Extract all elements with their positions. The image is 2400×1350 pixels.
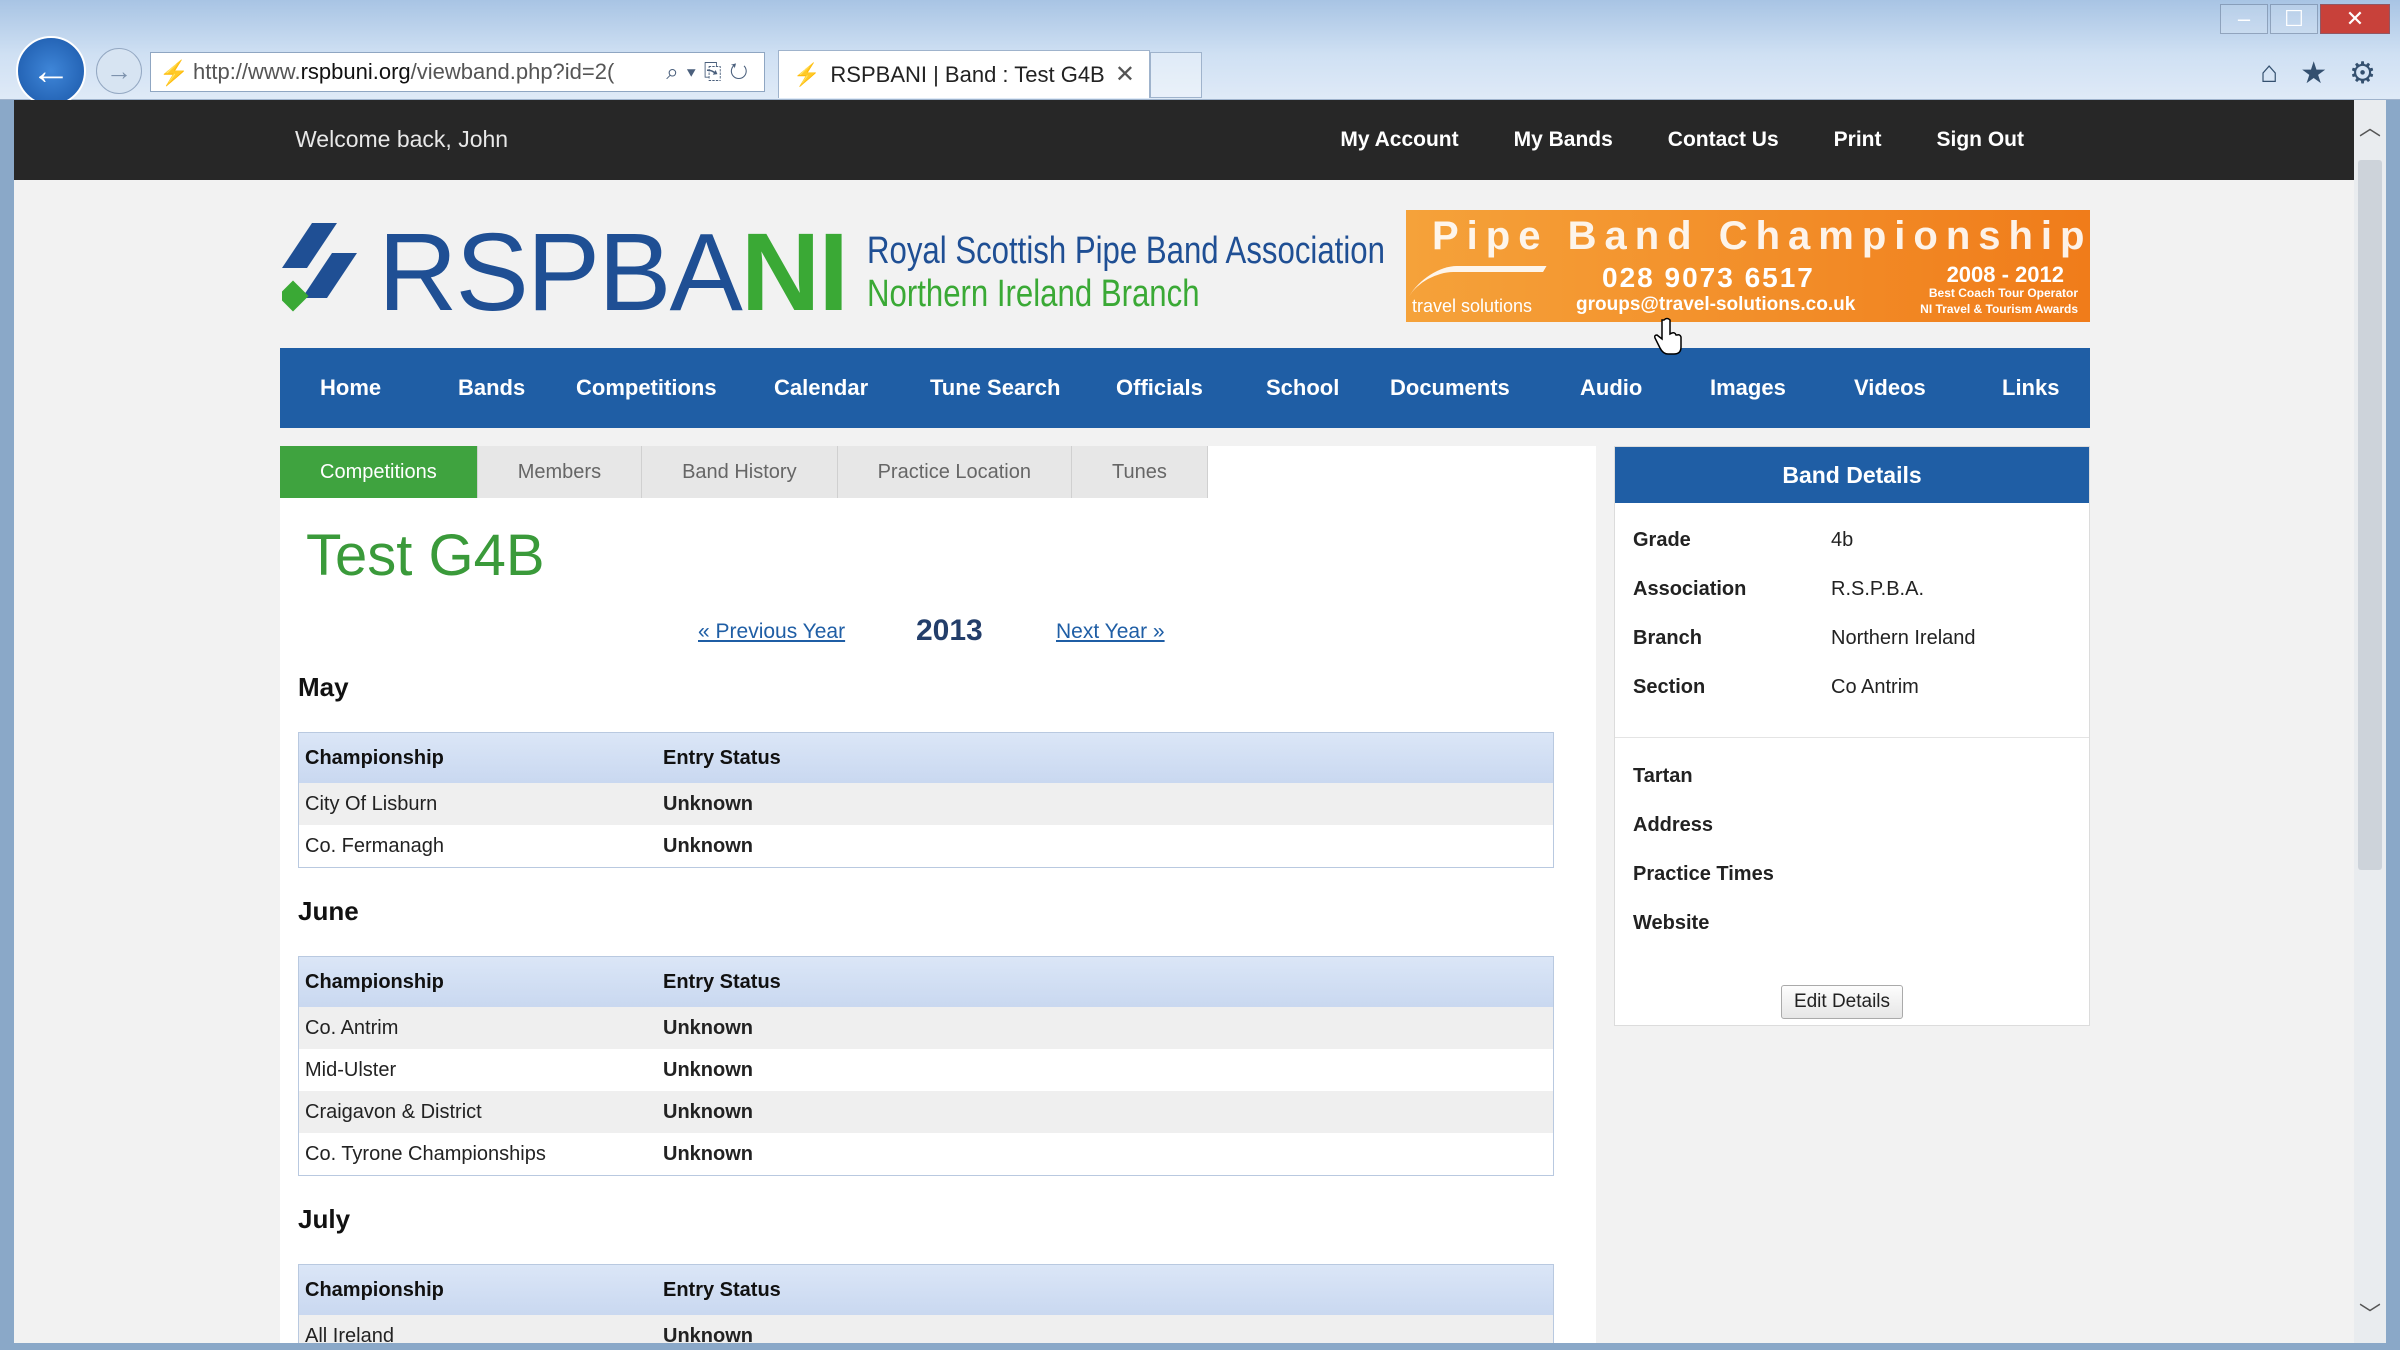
site-logo[interactable]: RSPBANI Royal Scottish Pipe Band Associa… [282, 218, 1499, 328]
maximize-icon[interactable]: ☐ [2270, 4, 2318, 34]
tab-practice-location[interactable]: Practice Location [837, 446, 1072, 498]
nav-audio[interactable]: Audio [1580, 375, 1642, 401]
detail-label-website: Website [1633, 912, 1710, 934]
detail-label-grade: Grade [1633, 529, 1691, 551]
previous-year-link[interactable]: « Previous Year [698, 620, 845, 644]
swoosh-icon [1409, 266, 1547, 296]
vertical-scrollbar[interactable]: ︿ ﹀ [2354, 100, 2386, 1343]
browser-chrome: – ☐ ✕ ← → ⚡ http://www.rspbuni.org/viewb… [0, 0, 2400, 106]
table-header: Championship Entry Status [299, 957, 1553, 1007]
contact-us-link[interactable]: Contact Us [1668, 128, 1779, 152]
table-body: City Of Lisburn Unknown Co. Fermanagh Unkn… [299, 783, 1553, 867]
window-controls: – ☐ ✕ [2220, 4, 2390, 34]
next-year-link[interactable]: Next Year » [1056, 620, 1165, 644]
tab-tunes[interactable]: Tunes [1072, 446, 1208, 498]
nav-documents[interactable]: Documents [1390, 375, 1510, 401]
detail-label-section: Section [1633, 676, 1706, 698]
table-row[interactable]: Co. Antrim Unknown [299, 1007, 1553, 1049]
sub-tabs: Competitions Members Band History Practi… [280, 446, 1208, 498]
nav-home[interactable]: Home [320, 375, 381, 401]
table-row[interactable]: Co. Tyrone Championships Unknown [299, 1133, 1553, 1175]
print-link[interactable]: Print [1834, 128, 1882, 152]
table-row[interactable]: Craigavon & District Unknown [299, 1091, 1553, 1133]
top-bar: Welcome back, John My Account My Bands C… [14, 100, 2354, 180]
main-nav: Home Bands Competitions Calendar Tune Se… [280, 348, 2090, 428]
sign-out-link[interactable]: Sign Out [1937, 128, 2025, 152]
home-icon[interactable]: ⌂ [2260, 56, 2278, 91]
tab-title: RSPBANI | Band : Test G4B [830, 61, 1105, 87]
nav-competitions[interactable]: Competitions [576, 375, 717, 401]
nav-links[interactable]: Links [2002, 375, 2059, 401]
divider [1615, 737, 2089, 738]
logo-mark-icon [282, 223, 357, 312]
back-arrow-icon[interactable]: ← [16, 36, 86, 106]
table-row[interactable]: City Of Lisburn Unknown [299, 783, 1553, 825]
site-favicon-icon: ⚡ [159, 60, 189, 87]
scroll-up-icon[interactable]: ︿ [2354, 110, 2386, 150]
edit-details-button[interactable]: Edit Details [1781, 985, 1903, 1019]
band-details-title: Band Details [1615, 447, 2089, 503]
minimize-icon[interactable]: – [2220, 4, 2268, 34]
tab-close-icon[interactable]: ✕ [1115, 60, 1135, 89]
tab-competitions[interactable]: Competitions [280, 446, 478, 498]
band-details-panel: Band Details Grade 4b Association R.S.P.… [1614, 446, 2090, 1026]
forward-arrow-icon[interactable]: → [96, 48, 142, 94]
table-header: Championship Entry Status [299, 733, 1553, 783]
browser-right-icons: ⌂ ★ ⚙ [2260, 56, 2376, 91]
month-heading-july: July [298, 1204, 351, 1234]
my-bands-link[interactable]: My Bands [1514, 128, 1613, 152]
table-header: Championship Entry Status [299, 1265, 1553, 1315]
competitions-table-june: Championship Entry Status Co. Antrim Unkn… [298, 956, 1554, 1176]
close-window-icon[interactable]: ✕ [2320, 4, 2390, 34]
nav-officials[interactable]: Officials [1116, 375, 1203, 401]
my-account-link[interactable]: My Account [1340, 128, 1458, 152]
scrollbar-thumb[interactable] [2358, 160, 2382, 870]
nav-videos[interactable]: Videos [1854, 375, 1926, 401]
competitions-table-may: Championship Entry Status City Of Lisbur… [298, 732, 1554, 868]
tab-favicon-icon: ⚡ [793, 61, 821, 87]
table-row[interactable]: Co. Fermanagh Unknown [299, 825, 1553, 867]
detail-value-association: R.S.P.B.A. [1831, 578, 1925, 600]
month-heading-may: May [298, 672, 349, 702]
detail-value-branch: Northern Ireland [1831, 627, 1976, 649]
nav-tune-search[interactable]: Tune Search [930, 375, 1060, 401]
logo-subtitle: Royal Scottish Pipe Band Association Nor… [866, 230, 1385, 315]
detail-label-tartan: Tartan [1633, 765, 1693, 787]
page-viewport: Welcome back, John My Account My Bands C… [14, 100, 2354, 1343]
url-text: http://www.rspbuni.org/viewband.php?id=2… [193, 59, 615, 84]
page-title: Test G4B [306, 523, 545, 588]
detail-value-grade: 4b [1831, 529, 1854, 551]
address-bar[interactable]: ⚡ http://www.rspbuni.org/viewband.php?id… [150, 52, 765, 92]
scroll-down-icon[interactable]: ﹀ [2354, 1297, 2386, 1337]
logo-wordmark: RSPBANI [378, 211, 849, 334]
favorites-star-icon[interactable]: ★ [2300, 56, 2327, 91]
current-year: 2013 [916, 614, 983, 647]
table-body: All Ireland Unknown [299, 1315, 1553, 1343]
detail-label-branch: Branch [1633, 627, 1702, 649]
competitions-table-july: Championship Entry Status All Ireland Unk… [298, 1264, 1554, 1343]
new-tab-button[interactable] [1150, 52, 1202, 98]
address-tools-icons[interactable]: ⌕▾⎘↻ [666, 59, 756, 85]
tab-band-history[interactable]: Band History [642, 446, 838, 498]
tab-members[interactable]: Members [477, 446, 643, 498]
welcome-text: Welcome back, John [295, 126, 509, 152]
nav-bands[interactable]: Bands [458, 375, 525, 401]
detail-label-address: Address [1633, 814, 1714, 836]
table-row[interactable]: Mid-Ulster Unknown [299, 1049, 1553, 1091]
nav-images[interactable]: Images [1710, 375, 1786, 401]
advert-banner[interactable]: Pipe Band Championships! 028 9073 6517 g… [1406, 210, 2090, 322]
table-body: Co. Antrim Unknown Mid-Ulster Unknown Crai… [299, 1007, 1553, 1175]
settings-gear-icon[interactable]: ⚙ [2349, 56, 2376, 91]
month-heading-june: June [298, 896, 359, 926]
detail-value-section: Co Antrim [1831, 676, 1919, 698]
hand-cursor-icon [1654, 317, 1682, 355]
detail-label-association: Association [1633, 578, 1747, 600]
nav-calendar[interactable]: Calendar [774, 375, 868, 401]
table-row[interactable]: All Ireland Unknown [299, 1315, 1553, 1343]
detail-label-practice-times: Practice Times [1633, 863, 1774, 885]
top-links: My Account My Bands Contact Us Print Sig… [1340, 128, 2024, 152]
nav-school[interactable]: School [1266, 375, 1339, 401]
browser-tab-active[interactable]: ⚡ RSPBANI | Band : Test G4B ✕ [778, 50, 1150, 98]
main-content: Competitions Members Band History Practi… [280, 446, 1596, 1343]
